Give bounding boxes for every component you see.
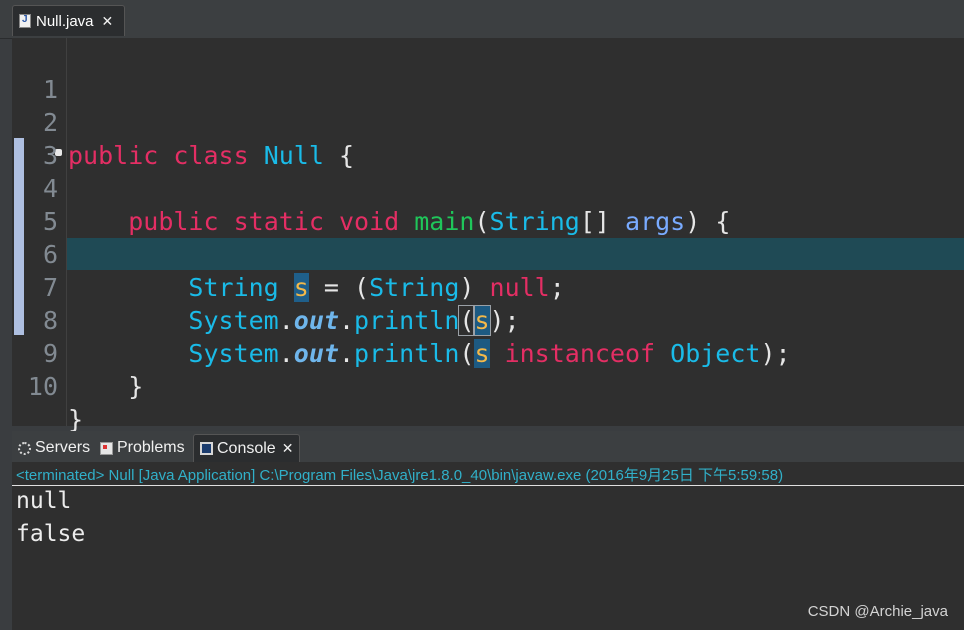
- keyword: public: [128, 207, 219, 236]
- console-output-line: null: [16, 488, 72, 514]
- tab-console[interactable]: Console ✕: [193, 434, 301, 462]
- code-line: 4 public static void main(String[] args)…: [12, 139, 730, 236]
- brace: }: [68, 405, 84, 434]
- code-line: 9 }: [12, 304, 143, 401]
- console-output[interactable]: <terminated> Null [Java Application] C:\…: [12, 462, 964, 630]
- keyword: null: [489, 273, 550, 302]
- close-icon[interactable]: ✕: [102, 13, 114, 30]
- java-file-icon: [19, 14, 31, 28]
- tab-label: Problems: [117, 439, 185, 456]
- tab-label: Servers: [35, 439, 91, 456]
- keyword: void: [338, 207, 400, 236]
- variable-occurrence: s: [474, 339, 490, 368]
- type-name: String: [489, 207, 580, 236]
- code-line: 8 System.out.println(s instanceof Object…: [12, 271, 791, 368]
- code-line: 10 }: [12, 337, 83, 434]
- type-name: Object: [670, 339, 761, 368]
- console-icon: [200, 442, 213, 455]
- code-line: 1: [12, 40, 72, 104]
- variable-occurrence: s: [473, 305, 491, 336]
- editor-tab-label: Null.java: [36, 12, 94, 30]
- line-number: 10: [27, 372, 58, 401]
- keyword: static: [233, 207, 324, 236]
- type-name: String: [188, 273, 279, 302]
- bottom-panel-tab-bar: Servers Problems Console ✕: [12, 431, 964, 462]
- keyword: instanceof: [504, 339, 656, 368]
- variable-occurrence: s: [293, 273, 309, 302]
- code-line: 2 public class Null {: [12, 73, 354, 170]
- static-field: out: [293, 339, 339, 368]
- method-call: println: [354, 339, 460, 368]
- keyword: public: [68, 141, 159, 170]
- current-line-highlight: [67, 238, 964, 270]
- problems-icon: [100, 441, 113, 455]
- brace: {: [338, 141, 355, 170]
- watermark: CSDN @Archie_java: [807, 603, 948, 620]
- close-icon[interactable]: ✕: [282, 440, 294, 457]
- type-name: System: [188, 339, 279, 368]
- class-name: Null: [263, 141, 324, 170]
- console-output-line: false: [16, 521, 86, 547]
- method-call: println: [354, 306, 460, 335]
- code-line-current: 7 System.out.println(s);: [12, 238, 520, 336]
- editor-tab-bar: Null.java ✕: [0, 0, 964, 39]
- tab-label: Console: [217, 439, 276, 457]
- divider: [12, 485, 964, 486]
- code-line: 6 String s = (String) null;: [12, 205, 565, 302]
- console-process-header: <terminated> Null [Java Application] C:\…: [16, 467, 784, 484]
- editor-tab-null-java[interactable]: Null.java ✕: [12, 5, 125, 36]
- code-line: 5: [12, 172, 72, 236]
- static-field: out: [293, 306, 339, 335]
- code-line: 3: [12, 106, 72, 170]
- brace: }: [128, 372, 144, 401]
- method-name: main: [414, 207, 475, 236]
- keyword: class: [173, 141, 249, 170]
- type-name: String: [369, 273, 460, 302]
- matching-bracket: (: [458, 305, 476, 336]
- parameter-name: args: [625, 207, 686, 236]
- type-name: System: [188, 306, 279, 335]
- code-editor[interactable]: 1 2 public class Null { 3 4 public stati…: [12, 38, 964, 434]
- tab-servers[interactable]: Servers: [18, 434, 90, 462]
- tab-problems[interactable]: Problems: [100, 434, 185, 462]
- servers-icon: [18, 441, 31, 455]
